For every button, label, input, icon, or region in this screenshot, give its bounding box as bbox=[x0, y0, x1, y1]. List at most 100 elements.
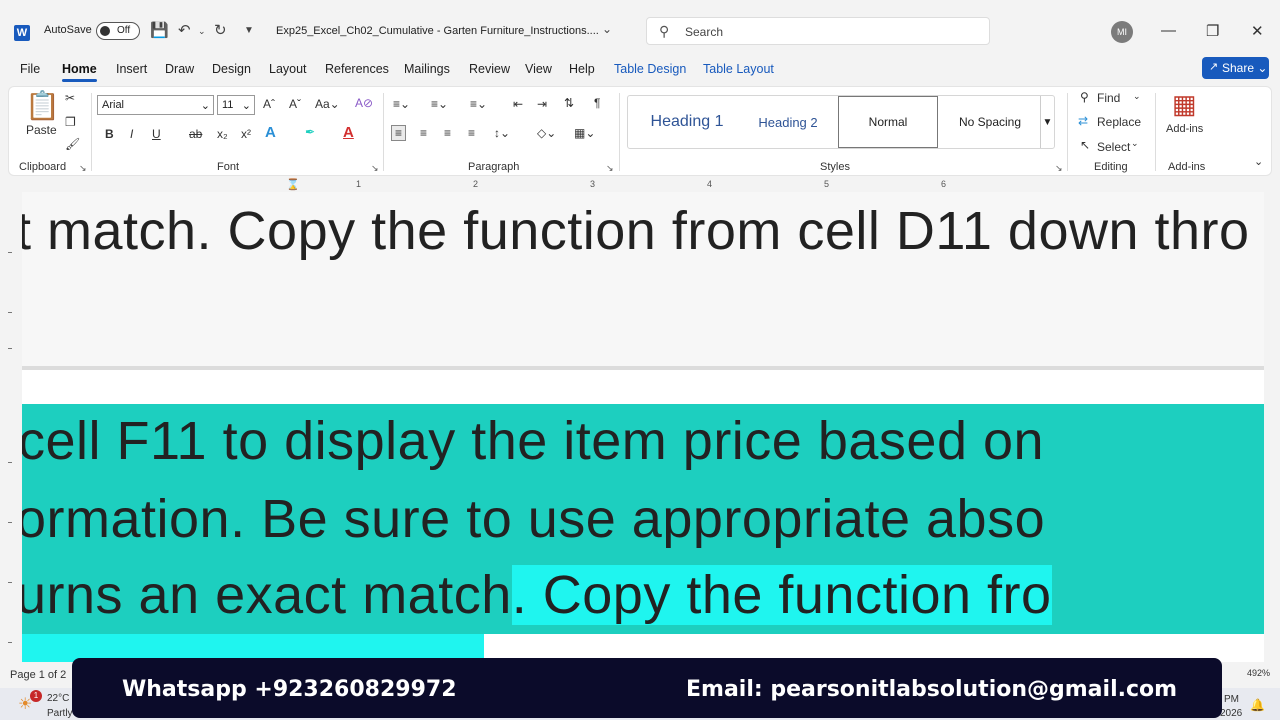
page-1-bottom: t match. Copy the function from cell D11… bbox=[22, 192, 1264, 366]
tab-draw[interactable]: Draw bbox=[165, 62, 194, 76]
styles-more-icon[interactable]: ▼ bbox=[1040, 96, 1054, 148]
justify-icon[interactable]: ≡ bbox=[468, 126, 475, 140]
subscript-icon[interactable]: x₂ bbox=[217, 127, 228, 141]
tab-insert[interactable]: Insert bbox=[116, 62, 147, 76]
zoom-level[interactable]: 492% bbox=[1247, 668, 1270, 678]
italic-icon[interactable]: I bbox=[130, 127, 133, 141]
font-launcher-icon[interactable]: ↘ bbox=[371, 163, 379, 174]
text-effects-icon[interactable]: A bbox=[265, 124, 276, 141]
autosave-toggle[interactable]: Off bbox=[96, 22, 140, 40]
ruler-number: 5 bbox=[824, 179, 830, 189]
add-ins-button[interactable]: Add-ins bbox=[1166, 123, 1203, 135]
find-icon[interactable]: ⚲ bbox=[1080, 90, 1089, 104]
notifications-icon[interactable]: 🔔 bbox=[1250, 698, 1265, 712]
align-left-icon[interactable]: ≡ bbox=[391, 125, 407, 141]
line-spacing-icon[interactable]: ↕⌄ bbox=[494, 126, 510, 140]
clipboard-launcher-icon[interactable]: ↘ bbox=[79, 163, 87, 174]
style-heading-2[interactable]: Heading 2 bbox=[742, 96, 834, 148]
tab-design[interactable]: Design bbox=[212, 62, 251, 76]
search-icon: ⚲ bbox=[659, 23, 670, 39]
paste-icon[interactable]: 📋 bbox=[25, 89, 60, 122]
ruler-tick bbox=[8, 582, 12, 583]
group-divider bbox=[91, 93, 92, 171]
tab-file[interactable]: File bbox=[20, 62, 40, 76]
ruler-tick bbox=[8, 642, 12, 643]
tab-view[interactable]: View bbox=[525, 62, 552, 76]
format-painter-icon[interactable]: 🖌 bbox=[65, 137, 80, 151]
tab-table-layout[interactable]: Table Layout bbox=[703, 62, 774, 76]
grow-font-icon[interactable]: Aˆ bbox=[263, 97, 275, 111]
multilevel-list-icon[interactable]: ≡⌄ bbox=[470, 97, 487, 111]
tab-layout[interactable]: Layout bbox=[269, 62, 307, 76]
numbering-icon[interactable]: ≡⌄ bbox=[431, 97, 448, 111]
replace-button[interactable]: Replace bbox=[1097, 115, 1141, 129]
align-right-icon[interactable]: ≡ bbox=[444, 126, 451, 140]
style-no-spacing[interactable]: No Spacing bbox=[940, 96, 1040, 148]
share-icon: ↗ bbox=[1209, 61, 1219, 73]
increase-indent-icon[interactable]: ⇥ bbox=[537, 97, 547, 111]
tab-table-design[interactable]: Table Design bbox=[614, 62, 686, 76]
document-text-line: t match. Copy the function from cell D11… bbox=[22, 201, 1250, 261]
contact-banner: Whatsapp +923260829972 Email: pearsonitl… bbox=[72, 658, 1222, 718]
align-center-icon[interactable]: ≡ bbox=[420, 126, 427, 140]
style-normal[interactable]: Normal bbox=[838, 96, 938, 148]
close-icon[interactable]: ✕ bbox=[1251, 22, 1264, 40]
page-count[interactable]: Page 1 of 2 bbox=[10, 669, 66, 681]
tab-help[interactable]: Help bbox=[569, 62, 595, 76]
tab-references[interactable]: References bbox=[325, 62, 389, 76]
clock-date: 2026 bbox=[1220, 708, 1243, 719]
style-heading-1[interactable]: Heading 1 bbox=[632, 96, 742, 148]
paragraph-launcher-icon[interactable]: ↘ bbox=[606, 163, 614, 174]
highlight-icon[interactable]: ✒ bbox=[305, 125, 315, 139]
restore-icon[interactable]: ❐ bbox=[1206, 22, 1219, 40]
paste-button[interactable]: Paste bbox=[26, 123, 57, 137]
underline-icon[interactable]: U bbox=[152, 127, 161, 141]
font-color-icon[interactable]: A bbox=[343, 124, 354, 141]
tab-home[interactable]: Home bbox=[62, 62, 97, 82]
bold-icon[interactable]: B bbox=[105, 127, 114, 141]
shrink-font-icon[interactable]: Aˇ bbox=[289, 97, 301, 111]
email-text: Email: pearsonitlabsolution@gmail.com bbox=[686, 677, 1178, 702]
minimize-icon[interactable]: — bbox=[1161, 22, 1176, 39]
search-input[interactable]: ⚲ Search bbox=[646, 17, 990, 45]
redo-icon[interactable]: ↻ bbox=[214, 21, 227, 39]
document-canvas[interactable]: t match. Copy the function from cell D11… bbox=[22, 192, 1264, 662]
tab-review[interactable]: Review bbox=[469, 62, 510, 76]
undo-dropdown-icon[interactable]: ⌄ bbox=[198, 26, 206, 37]
font-group-label: Font bbox=[217, 161, 240, 173]
show-formatting-icon[interactable]: ¶ bbox=[594, 96, 600, 110]
change-case-icon[interactable]: Aa⌄ bbox=[315, 97, 340, 111]
select-icon[interactable]: ↖ bbox=[1080, 138, 1090, 152]
superscript-icon[interactable]: x² bbox=[241, 127, 251, 141]
avatar[interactable]: MI bbox=[1111, 21, 1133, 43]
bullets-icon[interactable]: ≡⌄ bbox=[393, 97, 410, 111]
undo-icon[interactable]: ↶ bbox=[178, 21, 191, 39]
chevron-down-icon[interactable]: ⌄ bbox=[1131, 138, 1139, 149]
chevron-down-icon[interactable]: ⌄ bbox=[602, 22, 612, 36]
collapse-ribbon-icon[interactable]: ⌄ bbox=[1254, 155, 1263, 168]
cut-icon[interactable]: ✂ bbox=[65, 91, 75, 105]
shading-icon[interactable]: ◇⌄ bbox=[537, 126, 556, 140]
chevron-down-icon[interactable]: ⌄ bbox=[1133, 91, 1141, 102]
font-name-select[interactable]: Arial ⌄ bbox=[97, 95, 214, 115]
customize-toolbar-icon[interactable]: ▼ bbox=[244, 25, 254, 36]
styles-launcher-icon[interactable]: ↘ bbox=[1055, 163, 1063, 174]
replace-icon[interactable]: ⇄ bbox=[1078, 114, 1088, 128]
borders-icon[interactable]: ▦⌄ bbox=[574, 126, 595, 140]
copy-icon[interactable]: ❐ bbox=[65, 115, 76, 129]
find-button[interactable]: Find bbox=[1097, 91, 1120, 105]
save-icon[interactable]: 💾 bbox=[150, 21, 169, 39]
font-name-value: Arial bbox=[102, 99, 125, 111]
add-ins-icon[interactable]: ▦ bbox=[1172, 89, 1197, 120]
share-button[interactable]: ↗ Share ⌄ bbox=[1202, 57, 1269, 79]
select-button[interactable]: Select bbox=[1097, 140, 1130, 154]
notification-badge: 1 bbox=[30, 690, 42, 702]
decrease-indent-icon[interactable]: ⇤ bbox=[513, 97, 523, 111]
indent-marker-icon[interactable]: ⌛ bbox=[286, 178, 300, 191]
font-size-select[interactable]: 11 ⌄ bbox=[217, 95, 255, 115]
sort-icon[interactable]: ⇅ bbox=[564, 96, 574, 110]
ruler-tick bbox=[8, 348, 12, 349]
strikethrough-icon[interactable]: ab bbox=[189, 127, 202, 141]
tab-mailings[interactable]: Mailings bbox=[404, 62, 450, 76]
clear-formatting-icon[interactable]: A⊘ bbox=[355, 96, 373, 110]
